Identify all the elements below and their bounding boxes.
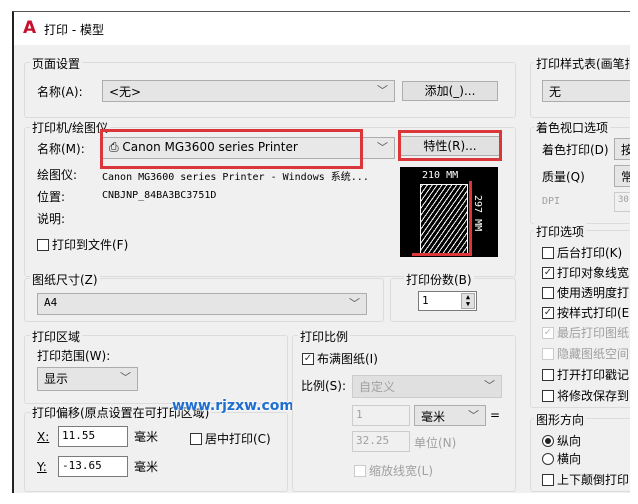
chevron-down-icon: ﹀ [468, 409, 479, 422]
option-plot-stamp[interactable]: 打开打印戳记 [542, 366, 629, 383]
print-to-file-checkbox[interactable]: 打印到文件(F) [37, 236, 128, 253]
units-label: 单位(N) [414, 436, 457, 450]
scale-ratio-label: 比例(S): [301, 379, 347, 393]
quality-label: 质量(Q) [542, 170, 585, 184]
paper-hatch [420, 184, 468, 254]
orientation-label: 图形方向 [534, 411, 587, 428]
highlight-box [398, 130, 502, 161]
scale-numerator-input[interactable]: 1 [352, 405, 410, 426]
option-background-plot[interactable]: 后台打印(K) [542, 244, 622, 261]
printer-name-label: 名称(M): [37, 142, 85, 156]
description-label: 说明: [37, 212, 66, 226]
preview-width-label: 210 MM [422, 170, 459, 181]
upside-down-checkbox[interactable]: 上下颠倒打印 [542, 471, 629, 488]
page-setup-label: 页面设置 [30, 55, 83, 72]
add-button[interactable]: 添加(_)... [402, 81, 498, 101]
offset-y-input[interactable]: -13.65 [58, 456, 128, 477]
copies-label: 打印份数(B) [404, 271, 474, 288]
scale-label: 打印比例 [298, 328, 351, 345]
offset-x-input[interactable]: 11.55 [58, 426, 128, 447]
portrait-radio[interactable]: 纵向 [542, 432, 581, 449]
chevron-down-icon: ﹀ [349, 297, 360, 310]
highlight-line [412, 253, 472, 256]
offset-y-label: Y: [37, 460, 47, 474]
preview-height-label: 297 MM [472, 195, 483, 232]
location-label: 位置: [37, 190, 66, 204]
copies-input[interactable]: 1 ▲ ▼ [418, 291, 477, 311]
plot-options-label: 打印选项 [534, 223, 587, 240]
scale-denominator-input[interactable]: 32.25 [352, 431, 410, 452]
shade-plot-label: 着色打印(D) [542, 143, 609, 157]
highlight-box [100, 129, 363, 169]
chevron-down-icon: ﹀ [120, 371, 131, 384]
plotter-value: Canon MG3600 series Printer - Windows 系统… [102, 172, 369, 183]
style-table-label: 打印样式表(画笔指 [534, 55, 630, 72]
scale-lineweights-checkbox[interactable]: 缩放线宽(L) [354, 462, 433, 479]
page-setup-select[interactable]: <无> ﹀ [102, 80, 395, 102]
plot-range-label: 打印范围(W): [37, 349, 111, 363]
spinner-arrows-icon[interactable]: ▲ ▼ [461, 293, 475, 309]
chevron-down-icon: ﹀ [377, 141, 388, 154]
offset-x-label: X: [37, 430, 50, 444]
paper-size-label: 图纸尺寸(Z) [30, 271, 100, 288]
option-hide-paperspace[interactable]: 隐藏图纸空间 [542, 345, 629, 362]
dpi-label: DPI [542, 196, 561, 207]
equals-sign: = [490, 408, 501, 422]
dpi-input[interactable]: 30 [614, 192, 630, 212]
fit-to-paper-checkbox[interactable]: ✓ 布满图纸(I) [302, 350, 378, 367]
option-transparency[interactable]: 使用透明度打 [542, 284, 629, 301]
printer-label: 打印机/绘图仪 [30, 119, 111, 136]
option-plot-lineweights[interactable]: ✓ 打印对象线宽 [542, 264, 629, 281]
chevron-down-icon: ﹀ [484, 379, 495, 392]
autocad-logo-icon: A [23, 18, 37, 38]
shaded-viewport-label: 着色视口选项 [534, 119, 611, 136]
style-table-select[interactable]: 无 [542, 80, 630, 102]
print-dialog: A 打印 - 模型 页面设置 名称(A): <无> ﹀ 添加(_)... 打印机/… [12, 11, 630, 493]
location-value: CNBJNP_84BA3BC3751D [102, 190, 217, 201]
paper-preview: 210 MM 297 MM [400, 167, 498, 257]
plot-area-label: 打印区域 [30, 328, 83, 345]
option-save-changes[interactable]: 将修改保存到 [542, 387, 629, 404]
quality-select[interactable]: 常 [614, 165, 630, 187]
plotter-label: 绘图仪: [37, 168, 78, 182]
center-plot-checkbox[interactable]: 居中打印(C) [190, 430, 271, 447]
offset-group [24, 412, 288, 492]
highlight-line [469, 181, 472, 256]
option-plot-styles[interactable]: ✓ 按样式打印(E [542, 304, 629, 321]
offset-y-unit: 毫米 [134, 460, 159, 474]
chevron-down-icon: ﹀ [377, 84, 388, 97]
watermark: www.rjzxw.com [172, 398, 294, 414]
option-paperspace-last[interactable]: ✓ 最后打印图纸 [542, 324, 629, 341]
landscape-radio[interactable]: 横向 [542, 450, 581, 467]
page-setup-name-label: 名称(A): [37, 85, 83, 99]
offset-x-unit: 毫米 [134, 430, 159, 444]
shade-plot-select[interactable]: 按 [614, 138, 630, 160]
plot-range-select[interactable]: 显示 ﹀ [37, 367, 138, 391]
window-title: 打印 - 模型 [44, 23, 104, 37]
scale-unit-select[interactable]: 毫米 ﹀ [414, 405, 486, 426]
paper-size-select[interactable]: A4 ﹀ [37, 293, 367, 315]
scale-select[interactable]: 自定义 ﹀ [352, 375, 502, 398]
title-bar: A 打印 - 模型 [14, 12, 630, 45]
